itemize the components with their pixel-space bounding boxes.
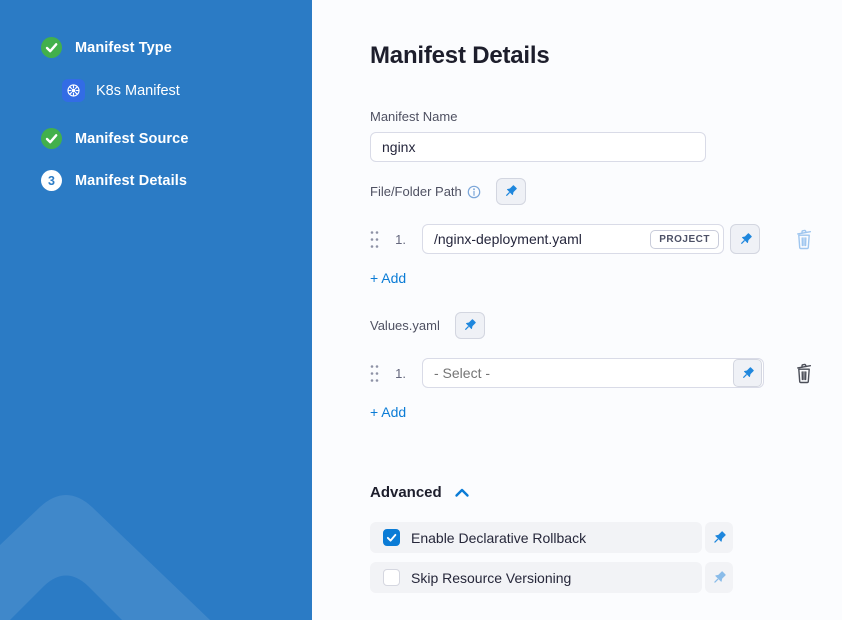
brand-watermark	[0, 490, 240, 620]
delete-row-icon[interactable]	[794, 228, 814, 250]
file-folder-path-row: 1. PROJECT	[370, 224, 842, 254]
step-number-badge: 3	[41, 170, 62, 191]
step-label-manifest-details: Manifest Details	[75, 173, 187, 189]
pin-toggle-button[interactable]	[496, 178, 526, 205]
manifest-name-input[interactable]	[370, 132, 706, 162]
enable-declarative-rollback-option[interactable]: Enable Declarative Rollback	[370, 522, 702, 553]
add-file-path-button[interactable]: + Add	[370, 270, 406, 286]
option-label: Enable Declarative Rollback	[411, 530, 586, 546]
page-title: Manifest Details	[370, 42, 842, 70]
advanced-option-row: Enable Declarative Rollback	[370, 522, 733, 553]
file-folder-path-header: File/Folder Path	[370, 178, 842, 205]
pin-toggle-button[interactable]	[705, 522, 733, 553]
values-file-select-input[interactable]	[423, 365, 733, 381]
values-yaml-header: Values.yaml	[370, 312, 842, 339]
manifest-name-label: Manifest Name	[370, 109, 842, 124]
advanced-section-toggle[interactable]: Advanced	[370, 484, 842, 501]
advanced-title: Advanced	[370, 484, 442, 501]
delete-row-icon[interactable]	[794, 362, 814, 384]
sidebar-item-k8s-manifest[interactable]: K8s Manifest	[62, 79, 312, 102]
skip-resource-versioning-option[interactable]: Skip Resource Versioning	[370, 562, 702, 593]
declarative-rollback-checkbox[interactable]	[383, 529, 400, 546]
scope-badge: PROJECT	[650, 230, 719, 249]
substep-label-k8s-manifest: K8s Manifest	[96, 83, 180, 99]
advanced-option-row: Skip Resource Versioning	[370, 562, 733, 593]
pin-toggle-button[interactable]	[705, 562, 733, 593]
values-yaml-row: 1.	[370, 358, 842, 388]
check-icon	[41, 37, 62, 58]
manifest-wizard-window: Manifest Type K8s Manifest	[0, 0, 842, 620]
file-folder-path-label: File/Folder Path	[370, 184, 462, 199]
check-icon	[41, 128, 62, 149]
wizard-step-sidebar: Manifest Type K8s Manifest	[0, 0, 312, 620]
step-label-manifest-type: Manifest Type	[75, 40, 172, 56]
info-icon[interactable]	[467, 185, 481, 199]
sidebar-item-manifest-source[interactable]: Manifest Source	[41, 128, 312, 149]
step-label-manifest-source: Manifest Source	[75, 131, 189, 147]
pin-toggle-button[interactable]	[455, 312, 485, 339]
skip-resource-versioning-checkbox[interactable]	[383, 569, 400, 586]
option-label: Skip Resource Versioning	[411, 570, 571, 586]
values-yaml-label: Values.yaml	[370, 318, 440, 333]
sidebar-item-manifest-details[interactable]: 3 Manifest Details	[41, 170, 312, 191]
file-path-input[interactable]	[423, 231, 650, 247]
sidebar-item-manifest-type[interactable]: Manifest Type	[41, 37, 312, 58]
chevron-up-icon	[454, 487, 470, 498]
file-path-field: PROJECT	[422, 224, 724, 254]
drag-handle-icon[interactable]	[370, 364, 379, 383]
pin-toggle-button[interactable]	[730, 224, 760, 254]
row-index: 1.	[393, 232, 406, 247]
add-values-file-button[interactable]: + Add	[370, 404, 406, 420]
pin-toggle-button[interactable]	[733, 359, 762, 387]
row-index: 1.	[393, 366, 406, 381]
values-file-select[interactable]	[422, 358, 764, 388]
drag-handle-icon[interactable]	[370, 230, 379, 249]
manifest-details-panel: Manifest Details Manifest Name File/Fold…	[312, 0, 842, 620]
kubernetes-icon	[62, 79, 85, 102]
